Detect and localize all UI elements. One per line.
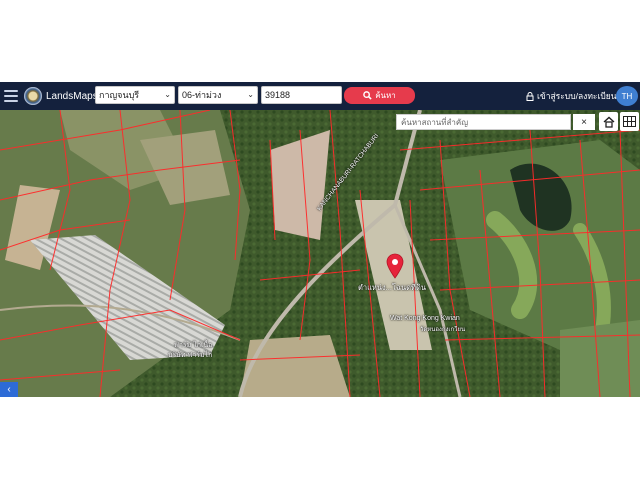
grid-icon xyxy=(623,116,636,127)
province-value: กาญจนบุรี xyxy=(99,90,140,100)
map-imagery xyxy=(0,110,640,397)
top-navigation-bar: LandsMaps กาญจนบุรี ⌄ 06-ท่าม่วง ⌄ 39188… xyxy=(0,82,640,110)
chevron-down-icon: ⌄ xyxy=(164,90,171,99)
location-pin-icon[interactable] xyxy=(386,253,404,279)
search-icon xyxy=(363,91,372,100)
search-button[interactable]: ค้นหา xyxy=(344,87,415,104)
location-label: ตำแหน่ง...โฉนดที่ดิน xyxy=(358,283,426,292)
department-logo xyxy=(24,87,42,105)
close-icon[interactable]: × xyxy=(573,114,595,130)
hamburger-menu-icon[interactable] xyxy=(4,90,18,102)
parcel-number-input[interactable]: 39188 xyxy=(261,86,342,104)
province-select[interactable]: กาญจนบุรี ⌄ xyxy=(95,86,175,104)
search-button-label: ค้นหา xyxy=(375,91,396,100)
temple-label: Wat Kong Kong Kwian xyxy=(390,315,460,322)
factory-sub-label: บริษัท ฟาร์มไก่ xyxy=(168,352,213,359)
chevron-down-icon: ⌄ xyxy=(247,90,254,99)
district-value: 06-ท่าม่วง xyxy=(182,90,222,100)
collapse-icon[interactable]: ‹ xyxy=(0,382,18,397)
temple-sub-label: วัดหนองกงเกวียน xyxy=(420,327,466,333)
language-toggle[interactable]: TH xyxy=(616,86,638,106)
satellite-map[interactable]: ค้นหาสถานที่สำคัญ × KANCHANABURI-RATCHAB… xyxy=(0,110,640,397)
home-icon xyxy=(603,116,614,128)
grid-button[interactable] xyxy=(620,112,639,131)
login-label: เข้าสู่ระบบ/ลงทะเบียน xyxy=(537,91,617,101)
login-register-link[interactable]: เข้าสู่ระบบ/ลงทะเบียน xyxy=(526,82,617,110)
home-button[interactable] xyxy=(599,112,618,131)
landsmaps-app: LandsMaps กาญจนบุรี ⌄ 06-ท่าม่วง ⌄ 39188… xyxy=(0,82,640,397)
parcel-number-value: 39188 xyxy=(265,90,291,100)
lock-icon xyxy=(526,91,534,101)
district-select[interactable]: 06-ท่าม่วง ⌄ xyxy=(178,86,258,104)
place-search-input[interactable]: ค้นหาสถานที่สำคัญ xyxy=(396,114,571,130)
brand-name: LandsMaps xyxy=(46,90,98,102)
